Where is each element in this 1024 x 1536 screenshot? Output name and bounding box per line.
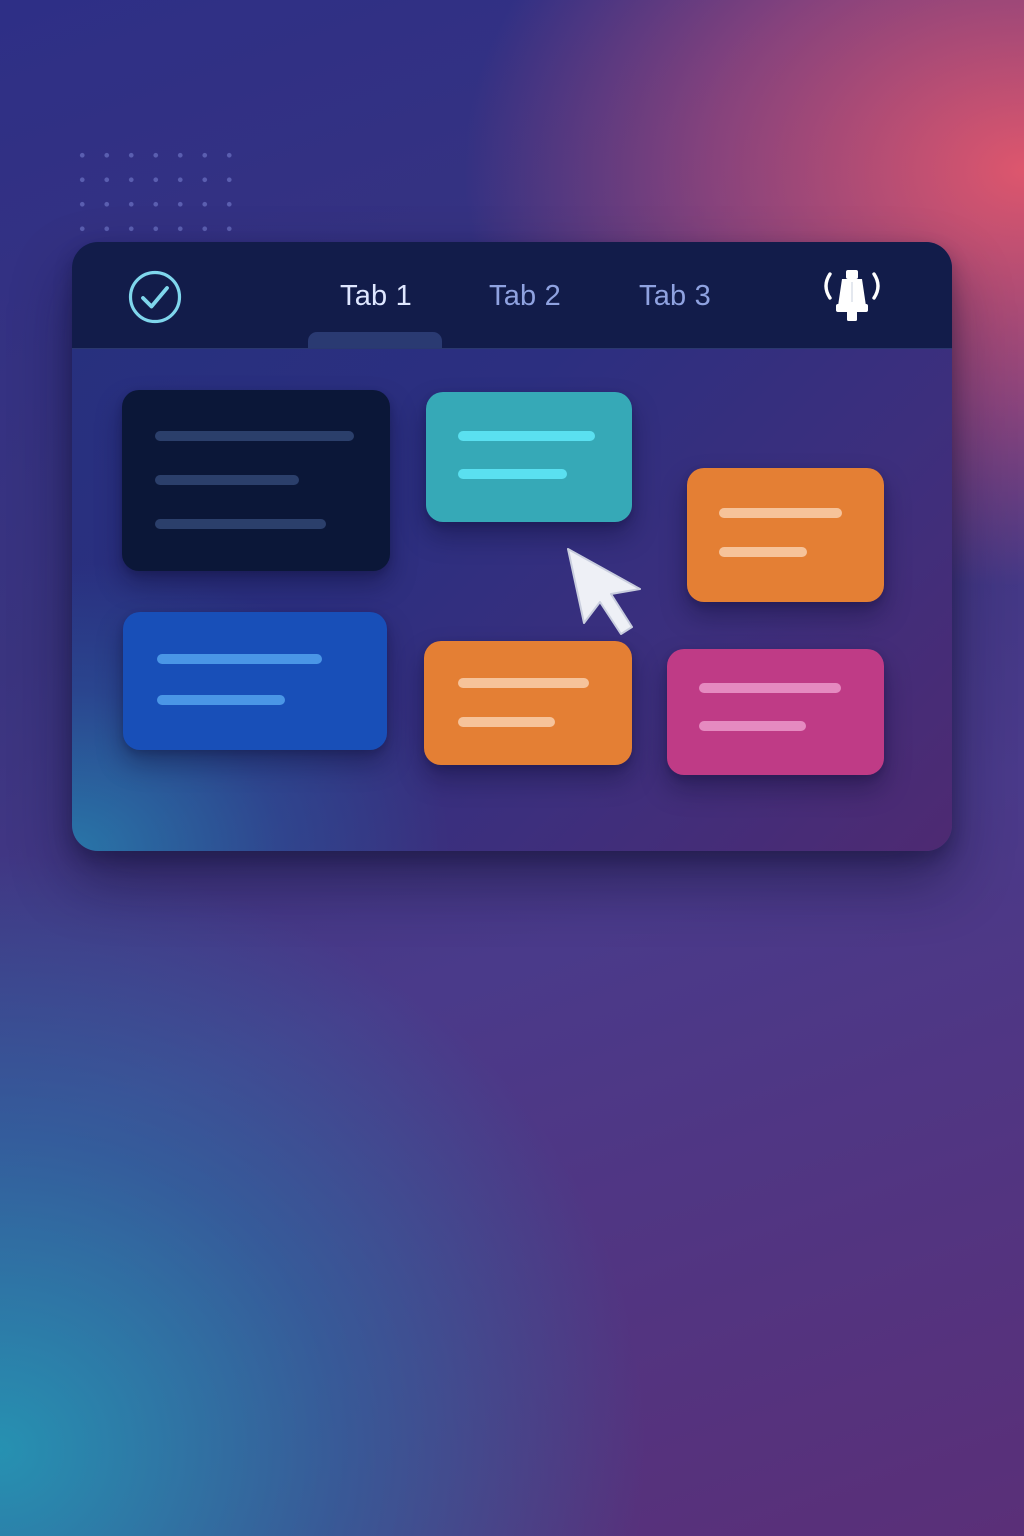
- placeholder-line: [699, 721, 806, 731]
- tab-3[interactable]: Tab 3: [639, 276, 711, 316]
- app-window: Tab 1 Tab 2 Tab 3: [72, 242, 952, 851]
- active-tab-indicator: [308, 332, 442, 348]
- placeholder-line: [719, 547, 807, 557]
- placeholder-line: [458, 469, 567, 479]
- card-dark[interactable]: [122, 390, 390, 571]
- placeholder-line: [155, 431, 354, 441]
- placeholder-line: [699, 683, 841, 693]
- card-orange[interactable]: [687, 468, 884, 602]
- card-pink[interactable]: [667, 649, 884, 775]
- card-teal[interactable]: [426, 392, 632, 522]
- placeholder-line: [458, 431, 595, 441]
- decorative-dot-grid: [70, 143, 240, 233]
- placeholder-line: [155, 519, 326, 529]
- placeholder-line: [155, 475, 299, 485]
- check-circle-icon[interactable]: [127, 269, 183, 325]
- card-orange[interactable]: [424, 641, 632, 765]
- placeholder-line: [157, 654, 322, 664]
- placeholder-line: [458, 717, 555, 727]
- card-blue[interactable]: [123, 612, 387, 750]
- notification-bell-icon[interactable]: [818, 266, 886, 328]
- top-navbar: Tab 1 Tab 2 Tab 3: [72, 242, 952, 349]
- mouse-cursor-icon: [567, 548, 641, 635]
- tab-1[interactable]: Tab 1: [340, 276, 412, 316]
- placeholder-line: [157, 695, 285, 705]
- tab-2[interactable]: Tab 2: [489, 276, 561, 316]
- placeholder-line: [458, 678, 589, 688]
- placeholder-line: [719, 508, 842, 518]
